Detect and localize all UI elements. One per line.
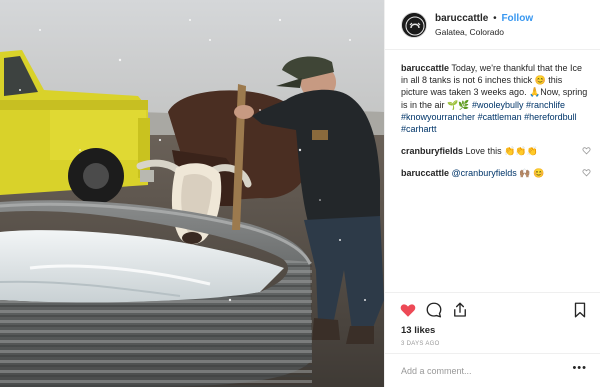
comment-like-icon[interactable] [582,146,591,158]
comment-username[interactable]: cranburyfields [401,146,463,156]
header-username-row: baruccattle • Follow [435,13,533,24]
header-username[interactable]: baruccattle [435,13,488,24]
post-photo[interactable] [0,0,384,387]
photo-illustration [0,0,384,387]
comment-item: baruccattle @cranburyfields 🙌🏽 😊 [401,167,591,179]
follow-button[interactable]: Follow [501,13,533,24]
comment-like-icon[interactable] [582,168,591,180]
post-timestamp: 3 DAYS AGO [401,341,440,347]
share-icon[interactable] [451,301,469,319]
hashtag-link[interactable]: #cattleman [478,112,522,122]
hashtag-link[interactable]: #carhartt [401,124,437,134]
comment-icon[interactable] [425,301,443,319]
comment-text: 🙌🏽 😊 [519,168,545,179]
comment-text: Love this 👏👏👏 [465,146,538,157]
hashtag-link[interactable]: #wooleybully [472,100,524,110]
more-options-icon[interactable]: ••• [572,362,587,374]
comment-input[interactable] [401,363,561,379]
separator-dot: • [493,13,497,24]
hashtag-link[interactable]: #herefordbull [524,112,577,122]
hashtag-link[interactable]: #knowyourrancher [401,112,475,122]
hashtag-link[interactable]: #ranchlife [526,100,565,110]
post-header: baruccattle • Follow Galatea, Colorado [385,0,600,50]
post-actions: 13 likes 3 DAYS AGO ••• [385,292,600,387]
add-comment-bar: ••• [385,353,600,387]
avatar[interactable] [401,12,427,38]
comment-item: cranburyfields Love this 👏👏👏 [401,145,591,157]
bookmark-icon[interactable] [571,301,589,319]
location-link[interactable]: Galatea, Colorado [435,27,504,37]
mention-link[interactable]: @cranburyfields [452,168,517,178]
caption-username[interactable]: baruccattle [401,63,449,73]
comments-section: baruccattle Today, we're thankful that t… [401,62,591,180]
comment-username[interactable]: baruccattle [401,168,449,178]
post-sidebar: baruccattle • Follow Galatea, Colorado b… [384,0,600,387]
caption: baruccattle Today, we're thankful that t… [401,62,591,135]
likes-count[interactable]: 13 likes [401,325,435,336]
heart-icon[interactable] [399,301,417,319]
